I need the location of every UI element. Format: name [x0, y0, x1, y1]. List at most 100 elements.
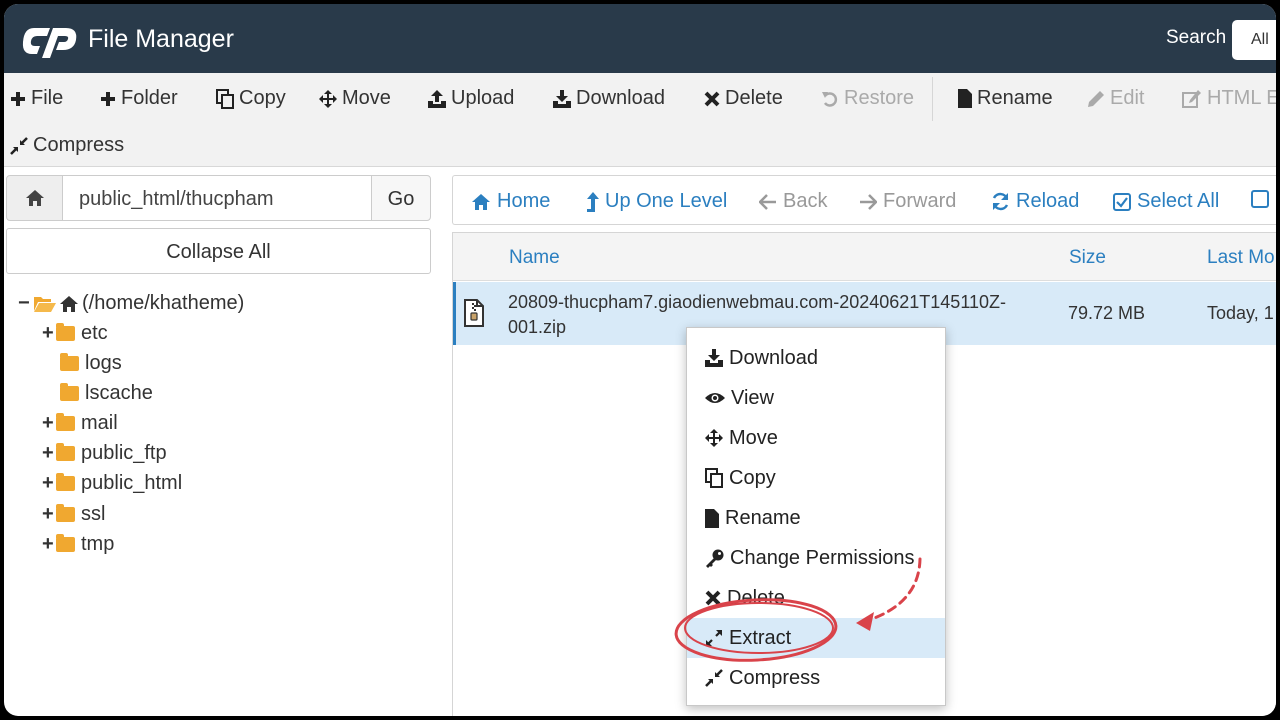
tree-item-tmp[interactable]: + tmp: [42, 533, 114, 556]
column-size[interactable]: Size: [1069, 247, 1106, 269]
rename-button[interactable]: Rename: [958, 87, 1053, 110]
plus-icon: [11, 91, 25, 106]
compress-icon: [10, 136, 28, 155]
nav-home-button[interactable]: Home: [471, 190, 550, 213]
search-label: Search: [1166, 27, 1227, 48]
cpanel-logo[interactable]: [20, 20, 82, 60]
file-modified: Today, 1: [1207, 303, 1274, 323]
zip-file-icon: [464, 299, 484, 327]
tree-item-public-ftp[interactable]: + public_ftp: [42, 442, 167, 465]
folder-icon: [60, 383, 79, 401]
up-one-level-button[interactable]: Up One Level: [587, 190, 727, 213]
forward-button[interactable]: Forward: [859, 190, 956, 213]
tree-item-mail[interactable]: + mail: [42, 412, 118, 435]
home-icon: [25, 190, 44, 206]
delete-button[interactable]: Delete: [704, 87, 783, 110]
refresh-icon: [992, 192, 1009, 211]
table-header: Name Size Last Mo: [453, 233, 1276, 281]
column-name[interactable]: Name: [509, 247, 560, 269]
folder-icon: [56, 443, 75, 461]
folder-icon: [56, 323, 75, 341]
path-input[interactable]: public_html/thucpham: [62, 175, 372, 221]
compress-button[interactable]: Compress: [10, 134, 124, 157]
search-scope-select[interactable]: All: [1232, 20, 1276, 60]
eye-icon: [705, 393, 725, 403]
copy-button[interactable]: Copy: [216, 87, 286, 110]
menu-item-rename[interactable]: Rename: [687, 498, 945, 538]
download-icon: [553, 89, 571, 108]
edit-button[interactable]: Edit: [1087, 87, 1144, 110]
new-file-button[interactable]: File: [10, 87, 63, 110]
expand-icon: [706, 630, 722, 646]
expand-icon[interactable]: +: [42, 442, 56, 465]
key-icon: [706, 549, 724, 568]
toolbar: File Folder Copy Move Upload Download De…: [4, 73, 1276, 167]
move-button[interactable]: Move: [319, 87, 391, 110]
close-icon: [704, 91, 720, 106]
download-button[interactable]: Download: [553, 87, 665, 110]
expand-icon[interactable]: +: [42, 533, 56, 556]
pencil-icon: [1088, 90, 1104, 107]
app-title: File Manager: [88, 25, 234, 53]
folder-icon: [56, 504, 75, 522]
expand-icon[interactable]: +: [42, 322, 56, 345]
tree-item-etc[interactable]: + etc: [42, 322, 108, 345]
menu-item-change-permissions[interactable]: Change Permissions: [687, 538, 945, 578]
app-window: File Manager Search All File Folder Copy…: [4, 4, 1276, 716]
download-icon: [705, 349, 723, 367]
menu-item-view[interactable]: View: [687, 378, 945, 418]
html-editor-button[interactable]: HTML E: [1182, 87, 1276, 110]
tree-root[interactable]: − (/home/khatheme): [18, 292, 244, 315]
checkbox-icon: [1251, 190, 1269, 208]
tree-item-public-html[interactable]: + public_html: [42, 472, 182, 495]
upload-button[interactable]: Upload: [428, 87, 514, 110]
arrow-left-icon: [759, 193, 776, 210]
checkbox-checked-icon: [1113, 192, 1131, 211]
file-icon: [705, 508, 719, 528]
path-home-button[interactable]: [6, 175, 63, 221]
compress-icon: [705, 669, 723, 687]
toolbar-separator: [932, 77, 933, 121]
folder-open-icon: [34, 296, 56, 312]
navigation-bar: Home Up One Level Back Forward Reload Se…: [452, 175, 1276, 225]
copy-icon: [216, 88, 234, 109]
collapse-all-button[interactable]: Collapse All: [6, 228, 431, 274]
back-button[interactable]: Back: [759, 190, 827, 213]
move-icon: [319, 89, 337, 108]
folder-icon: [56, 473, 75, 491]
copy-icon: [705, 468, 723, 488]
expand-icon[interactable]: +: [42, 472, 56, 495]
menu-item-download[interactable]: Download: [687, 338, 945, 378]
menu-item-delete[interactable]: Delete: [687, 578, 945, 618]
home-icon: [472, 193, 490, 210]
select-all-button[interactable]: Select All: [1113, 190, 1219, 213]
menu-item-extract[interactable]: Extract: [687, 618, 945, 658]
context-menu: Download View Move Copy Rename Change Pe…: [686, 327, 946, 706]
column-last-modified[interactable]: Last Mo: [1207, 247, 1275, 269]
arrow-right-icon: [860, 193, 877, 210]
tree-root-label: (/home/khatheme): [82, 292, 245, 314]
file-size: 79.72 MB: [1068, 303, 1146, 323]
tree-item-ssl[interactable]: + ssl: [42, 503, 105, 526]
new-folder-button[interactable]: Folder: [100, 87, 178, 110]
expand-icon[interactable]: +: [42, 412, 56, 435]
restore-button[interactable]: Restore: [821, 87, 914, 110]
expand-icon[interactable]: +: [42, 503, 56, 526]
home-icon: [60, 295, 78, 312]
menu-item-compress[interactable]: Compress: [687, 658, 945, 698]
go-button[interactable]: Go: [371, 175, 431, 221]
menu-item-copy[interactable]: Copy: [687, 458, 945, 498]
tree-item-lscache[interactable]: lscache: [60, 382, 153, 405]
menu-item-move[interactable]: Move: [687, 418, 945, 458]
close-icon: [705, 590, 721, 606]
reload-button[interactable]: Reload: [991, 190, 1079, 213]
collapse-icon[interactable]: −: [18, 292, 32, 315]
folder-icon: [56, 413, 75, 431]
app-header: File Manager Search All: [4, 4, 1276, 73]
unselect-all-button[interactable]: [1251, 190, 1269, 208]
file-icon: [958, 89, 972, 108]
move-icon: [705, 429, 723, 447]
tree-item-logs[interactable]: logs: [60, 352, 122, 375]
level-up-icon: [587, 191, 599, 212]
plus-icon: [101, 91, 115, 106]
